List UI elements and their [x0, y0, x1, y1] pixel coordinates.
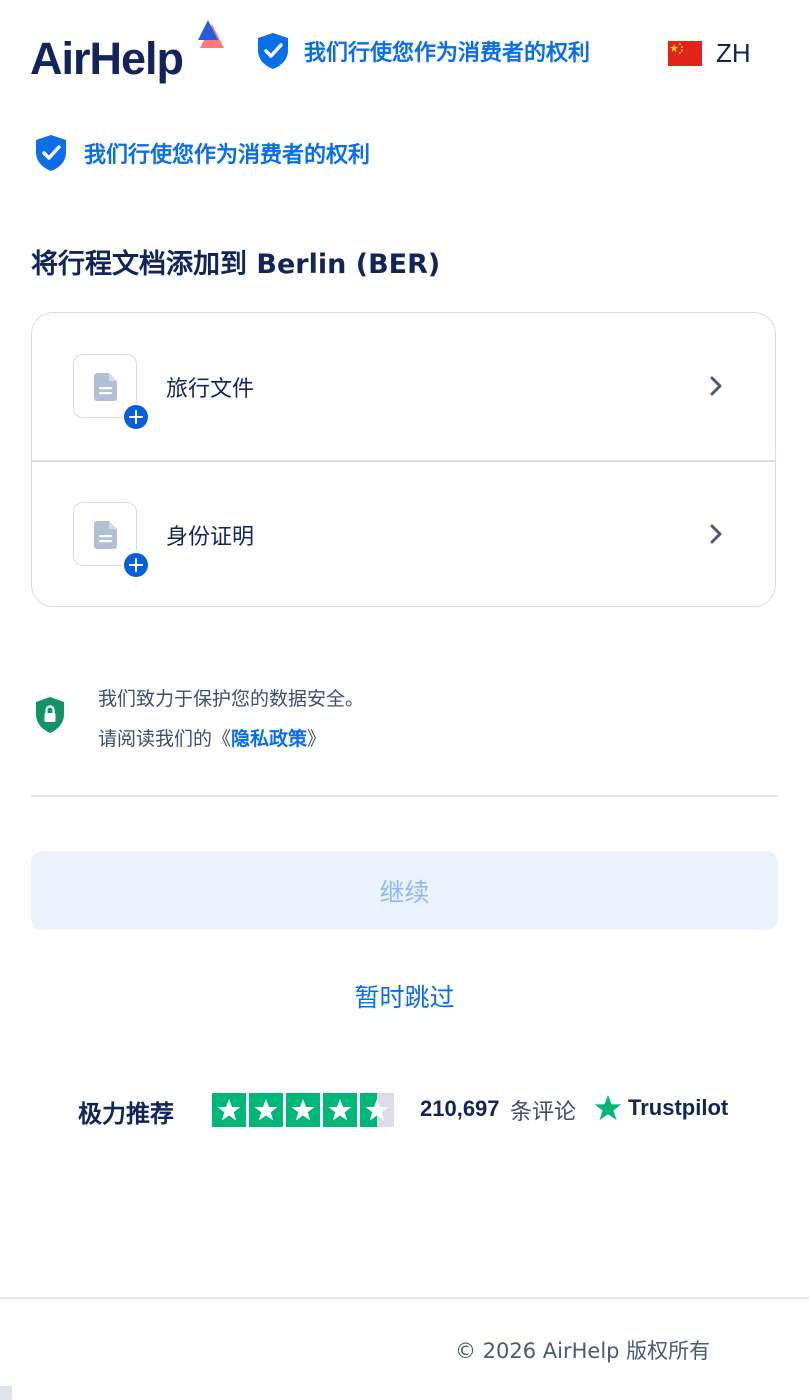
privacy-policy-link[interactable]: 隐私政策: [231, 728, 307, 750]
documents-card: 旅行文件 身份证明: [31, 312, 776, 607]
header: AirHelp 我们行使您作为消费者的权利 ZH: [0, 0, 809, 110]
star-icon: [249, 1093, 283, 1127]
chevron-right-icon: [710, 524, 722, 544]
privacy-open-bracket: 《: [212, 728, 232, 750]
airhelp-logo[interactable]: AirHelp: [30, 20, 235, 88]
trustpilot-brand-name: Trustpilot: [628, 1095, 729, 1120]
copyright-text: © 2026 AirHelp 版权所有: [455, 1339, 711, 1363]
logo-text: AirHelp: [30, 33, 184, 84]
privacy-close-bracket: 》: [307, 728, 327, 750]
china-flag-icon: [668, 41, 702, 66]
divider: [31, 795, 778, 797]
continue-button[interactable]: 继续: [31, 851, 778, 930]
shield-check-icon: [36, 135, 66, 171]
star-icon: [212, 1093, 246, 1127]
add-plus-icon: [122, 551, 150, 579]
privacy-text: 我们致力于保护您的数据安全。: [98, 688, 365, 710]
header-rights-text: 我们行使您作为消费者的权利: [304, 41, 591, 66]
header-consumer-rights[interactable]: 我们行使您作为消费者的权利: [256, 32, 590, 70]
shield-check-icon: [258, 33, 288, 69]
corner-decoration: [0, 1386, 12, 1400]
star-icon: [323, 1093, 357, 1127]
document-row-travel[interactable]: 旅行文件: [32, 313, 775, 460]
lock-shield-icon: [36, 697, 64, 733]
trustpilot-label: 极力推荐: [78, 1100, 174, 1128]
skip-for-now-link[interactable]: 暂时跳过: [0, 978, 809, 1014]
rights-banner-text: 我们行使您作为消费者的权利: [84, 143, 371, 168]
trustpilot-brand: Trustpilot: [594, 1094, 728, 1122]
star-icon: [286, 1093, 320, 1127]
review-count: 210,697: [420, 1096, 500, 1121]
privacy-read-text: 请阅读我们的: [98, 728, 213, 750]
half-star-icon: [360, 1093, 394, 1127]
trustpilot-stars: [212, 1093, 394, 1127]
page-title: 将行程文档添加到 Berlin (BER): [31, 249, 441, 280]
consumer-rights-banner[interactable]: 我们行使您作为消费者的权利: [34, 134, 370, 172]
trustpilot-widget[interactable]: 极力推荐 210,697 条评论 Trustpilot: [78, 1092, 758, 1128]
document-icon: [94, 521, 117, 549]
trustpilot-star-icon: [594, 1095, 622, 1121]
language-code: ZH: [716, 38, 751, 68]
logo-mark-icon: [198, 20, 224, 48]
document-icon: [94, 373, 117, 401]
document-row-identity[interactable]: 身份证明: [32, 461, 775, 606]
add-plus-icon: [122, 403, 150, 431]
footer-divider: [0, 1297, 809, 1299]
review-count-suffix: 条评论: [510, 1100, 577, 1125]
language-selector[interactable]: ZH: [668, 38, 751, 69]
document-label: 旅行文件: [166, 377, 255, 402]
document-label: 身份证明: [166, 525, 255, 550]
chevron-right-icon: [710, 376, 722, 396]
privacy-policy-line: 请阅读我们的《隐私政策》: [98, 724, 326, 751]
